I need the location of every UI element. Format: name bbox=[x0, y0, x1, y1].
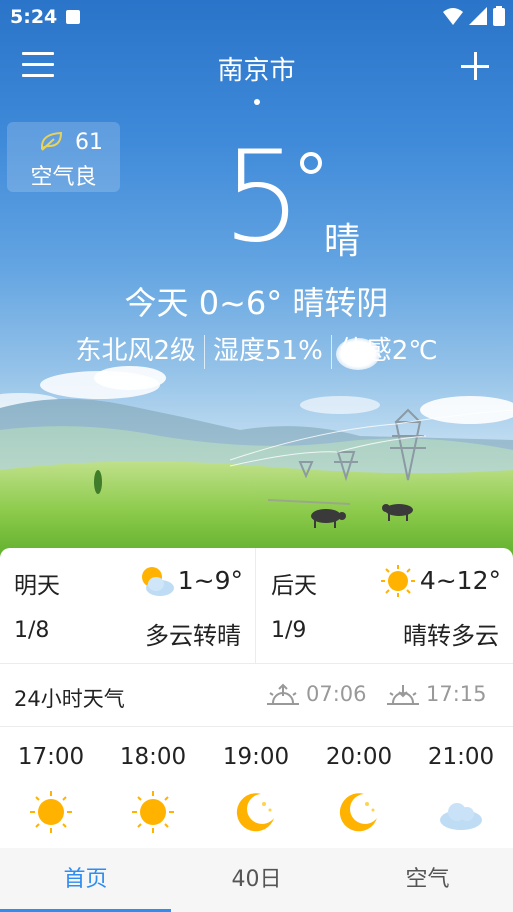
top-bar: 南京市 bbox=[0, 44, 513, 105]
battery-icon bbox=[493, 6, 505, 26]
weather-hero: 5:24 南京市 61 空气良 5 晴 今天 0~6° 晴转阴 东北风2级 湿度5… bbox=[0, 0, 513, 560]
hour-time: 19:00 bbox=[222, 744, 290, 770]
hour-time: 21:00 bbox=[427, 744, 495, 770]
aqi-value: 61 bbox=[75, 130, 103, 155]
wifi-icon bbox=[443, 8, 463, 25]
divider bbox=[204, 334, 205, 369]
hour-item: 20:00 bbox=[308, 728, 410, 848]
city-title[interactable]: 南京市 bbox=[0, 50, 513, 87]
notification-icon bbox=[66, 10, 80, 24]
moon-icon bbox=[236, 793, 274, 832]
partly-cloudy-icon bbox=[142, 567, 174, 596]
status-bar: 5:24 bbox=[0, 0, 513, 36]
divider bbox=[330, 334, 332, 369]
hour-item: 17:00 bbox=[0, 728, 102, 848]
today-summary: 今天 0~6° 晴转阴 bbox=[124, 284, 389, 322]
aqi-level: 空气良 bbox=[30, 165, 97, 190]
sun-glare bbox=[336, 338, 380, 370]
current-temperature: 5 bbox=[222, 123, 302, 270]
status-icons bbox=[443, 6, 505, 26]
moon-icon bbox=[339, 793, 377, 832]
weather-details: 东北风2级 湿度51% 体感2℃ bbox=[0, 330, 513, 369]
forecast-description: 多云转晴 bbox=[145, 622, 241, 650]
forecast-day-after[interactable]: 后天 4~12° 1/9 晴转多云 bbox=[257, 548, 513, 664]
sunrise-info: 07:06 bbox=[266, 681, 367, 707]
hourly-header: 24小时天气 07:06 17:15 bbox=[0, 665, 513, 727]
humidity-info: 湿度51% bbox=[213, 336, 323, 366]
sun-icon bbox=[132, 791, 174, 833]
sunrise-icon bbox=[267, 683, 299, 705]
current-condition: 晴 bbox=[324, 221, 361, 262]
leaf-icon bbox=[40, 131, 63, 151]
hour-time: 20:00 bbox=[325, 744, 393, 770]
forecast-date: 1/9 bbox=[271, 618, 307, 643]
forecast-tomorrow[interactable]: 明天 1~9° 1/8 多云转晴 bbox=[0, 548, 256, 664]
degree-symbol bbox=[300, 152, 322, 174]
tab-home[interactable]: 首页 bbox=[0, 848, 171, 912]
cell-signal-icon bbox=[469, 7, 487, 25]
hour-item: 18:00 bbox=[102, 728, 204, 848]
page-indicator-dot bbox=[254, 99, 260, 105]
temp-range: 4~12° bbox=[419, 566, 501, 595]
sunset-icon bbox=[387, 685, 419, 705]
tab-air[interactable]: 空气 bbox=[342, 848, 513, 912]
daily-forecast: 明天 1~9° 1/8 多云转晴 后天 4~12° 1/9 晴转多云 bbox=[0, 548, 513, 664]
forecast-date: 1/8 bbox=[14, 618, 50, 643]
sunrise-time: 07:06 bbox=[306, 682, 367, 706]
wind-info: 东北风2级 bbox=[75, 336, 196, 366]
hourly-forecast[interactable]: 17:00 18:00 19:00 20:00 21:00 bbox=[0, 728, 513, 848]
hour-time: 17:00 bbox=[17, 744, 85, 770]
bottom-nav: 首页 40日 空气 bbox=[0, 848, 513, 912]
cloud-icon bbox=[440, 803, 482, 830]
hour-item: 21:00 bbox=[410, 728, 512, 848]
day-label: 明天 bbox=[14, 573, 60, 599]
aqi-badge[interactable]: 61 空气良 bbox=[7, 122, 120, 192]
hour-time: 18:00 bbox=[119, 744, 187, 770]
sunset-info: 17:15 bbox=[386, 681, 487, 707]
sunset-time: 17:15 bbox=[426, 682, 487, 706]
status-time: 5:24 bbox=[10, 6, 58, 28]
day-label: 后天 bbox=[271, 573, 317, 599]
temp-range: 1~9° bbox=[177, 566, 243, 595]
sun-icon bbox=[381, 565, 415, 597]
sun-icon bbox=[30, 791, 72, 833]
forecast-description: 晴转多云 bbox=[403, 622, 499, 650]
hour-item: 19:00 bbox=[205, 728, 307, 848]
add-city-button[interactable] bbox=[459, 50, 491, 82]
tab-40-day[interactable]: 40日 bbox=[171, 848, 342, 912]
hourly-title: 24小时天气 bbox=[14, 687, 125, 711]
